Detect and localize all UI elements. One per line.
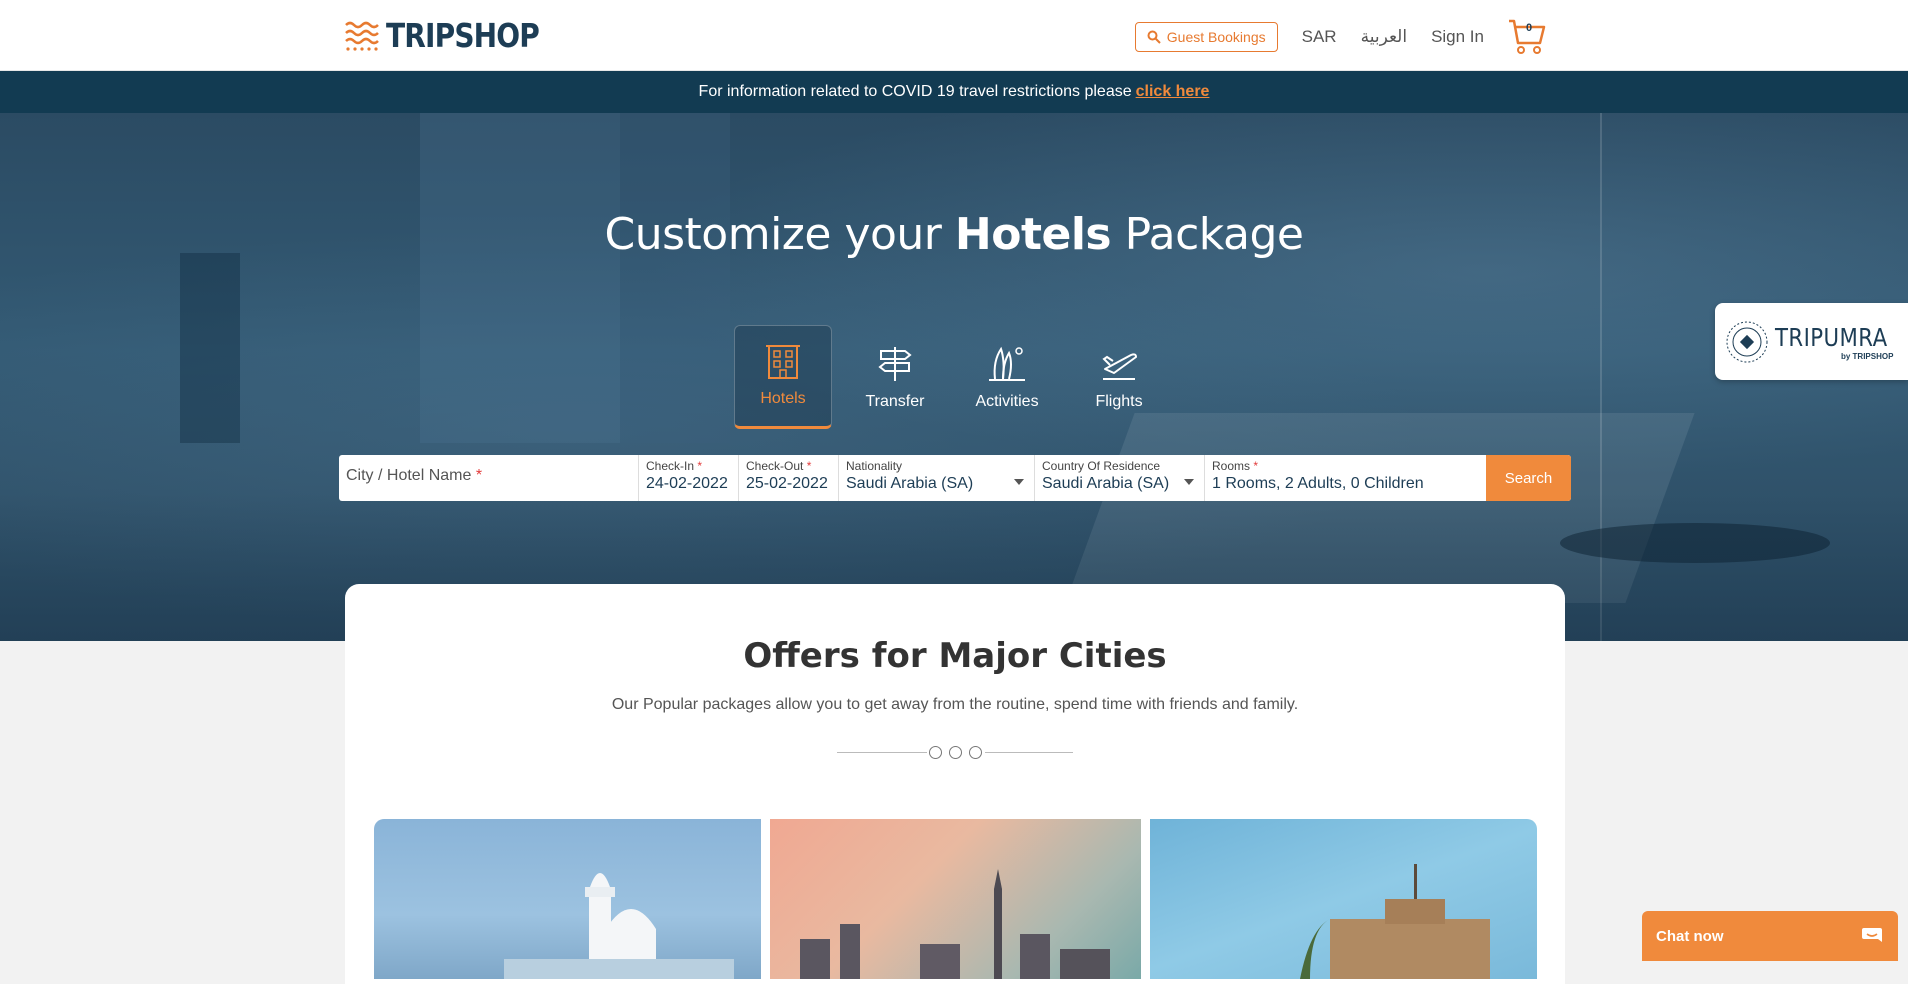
tripshop-logo[interactable]: TRIPSHOP <box>344 16 566 55</box>
tab-activities-label: Activities <box>975 393 1039 410</box>
nationality-select[interactable]: Nationality Saudi Arabia (SA) <box>839 455 1035 501</box>
covid-click-here-link[interactable]: click here <box>1136 83 1210 101</box>
rooms-label: Rooms * <box>1212 459 1259 473</box>
plane-icon <box>1102 353 1137 380</box>
country-of-residence-select[interactable]: Country Of Residence Saudi Arabia (SA) <box>1035 455 1205 501</box>
check-in-field[interactable]: Check-In * 24-02-2022 <box>639 455 739 501</box>
chevron-down-icon <box>1184 479 1194 485</box>
carousel-dot-1[interactable] <box>929 746 942 759</box>
tripumra-by: by TRIPSHOP <box>1840 351 1894 361</box>
check-out-label: Check-Out * <box>746 459 812 473</box>
cart-count: 0 <box>1525 22 1533 34</box>
cart-button[interactable]: 0 <box>1508 18 1546 56</box>
required-mark: * <box>475 467 483 484</box>
chat-now-widget[interactable]: Chat now <box>1642 911 1898 961</box>
carousel-indicator <box>837 745 1073 759</box>
carousel-dot-3[interactable] <box>969 746 982 759</box>
chevron-down-icon <box>1014 479 1024 485</box>
tripumra-badge[interactable]: TRIPUMRA by TRIPSHOP <box>1715 303 1908 380</box>
hotel-search-form: City / Hotel Name * Check-In * 24-02-202… <box>339 455 1571 501</box>
covid-banner: For information related to COVID 19 trav… <box>0 71 1908 113</box>
hotel-icon <box>766 345 800 379</box>
check-out-value: 25-02-2022 <box>746 475 828 492</box>
offer-card-citadel[interactable] <box>1150 819 1537 979</box>
hero-title-prefix: Customize your <box>604 209 955 260</box>
top-navigation-bar: TRIPSHOP Guest Bookings SAR العربية Sign… <box>0 0 1908 71</box>
hero-bg-window-2 <box>620 113 730 443</box>
city-hotel-placeholder: City / Hotel Name <box>346 467 472 484</box>
hero-title-bold: Hotels <box>954 209 1112 260</box>
offers-title: Offers for Major Cities <box>743 636 1167 676</box>
header-actions: Guest Bookings SAR العربية Sign In 0 <box>1134 18 1546 56</box>
tab-activities[interactable]: Activities <box>958 325 1056 429</box>
country-of-residence-label: Country Of Residence <box>1042 459 1161 473</box>
tab-transfer-label: Transfer <box>865 393 925 410</box>
search-button[interactable]: Search <box>1486 455 1571 501</box>
currency-selector[interactable]: SAR <box>1302 27 1337 47</box>
guest-bookings-label: Guest Bookings <box>1166 29 1266 45</box>
chat-now-label: Chat now <box>1656 927 1724 945</box>
nationality-value: Saudi Arabia (SA) <box>846 475 974 492</box>
guest-bookings-button[interactable]: Guest Bookings <box>1134 22 1278 52</box>
chat-bubble-icon <box>1862 928 1882 942</box>
mosque-image <box>504 873 734 979</box>
divider-left <box>837 752 927 753</box>
tab-flights-label: Flights <box>1095 393 1143 410</box>
nationality-label: Nationality <box>846 459 903 473</box>
carousel-dot-2[interactable] <box>949 746 962 759</box>
check-out-field[interactable]: Check-Out * 25-02-2022 <box>739 455 839 501</box>
country-of-residence-value: Saudi Arabia (SA) <box>1042 475 1170 492</box>
search-icon <box>1147 30 1161 44</box>
sign-in-link[interactable]: Sign In <box>1431 27 1484 47</box>
offer-card-dubai[interactable] <box>770 819 1141 979</box>
waves-logo-icon <box>345 21 379 51</box>
offers-subtitle: Our Popular packages allow you to get aw… <box>611 696 1299 713</box>
brand-name: TRIPSHOP <box>386 16 540 55</box>
hero-bg-window <box>420 113 620 443</box>
divider-right <box>985 752 1073 753</box>
covid-banner-text: For information related to COVID 19 trav… <box>698 83 1132 100</box>
signpost-icon <box>878 347 912 381</box>
hero-title-suffix: Package <box>1111 209 1304 260</box>
product-tabs: Hotels Transfer Activities Flights <box>734 325 1168 429</box>
hero-bg-tv <box>180 253 240 443</box>
offer-card-mosque[interactable] <box>374 819 761 979</box>
check-in-value: 24-02-2022 <box>646 475 728 492</box>
tab-flights[interactable]: Flights <box>1070 325 1168 429</box>
tab-transfer[interactable]: Transfer <box>846 325 944 429</box>
dubai-skyline-image <box>800 869 1110 979</box>
check-in-label: Check-In * <box>646 459 703 473</box>
rooms-selector[interactable]: Rooms * 1 Rooms, 2 Adults, 0 Children <box>1205 455 1486 501</box>
tab-hotels[interactable]: Hotels <box>734 325 832 429</box>
language-switch[interactable]: العربية <box>1361 27 1407 47</box>
tripumra-name: TRIPUMRA <box>1775 322 1888 352</box>
tab-hotels-label: Hotels <box>760 390 806 407</box>
tripumra-logo-icon <box>1726 321 1768 362</box>
city-hotel-input[interactable]: City / Hotel Name * <box>339 455 639 501</box>
citadel-image <box>1300 864 1490 979</box>
beach-icon <box>989 346 1025 381</box>
rooms-value: 1 Rooms, 2 Adults, 0 Children <box>1212 475 1424 492</box>
hero-title: Customize your Hotels Package <box>0 209 1908 260</box>
hero-section: Customize your Hotels Package Hotels Tra… <box>0 113 1908 641</box>
